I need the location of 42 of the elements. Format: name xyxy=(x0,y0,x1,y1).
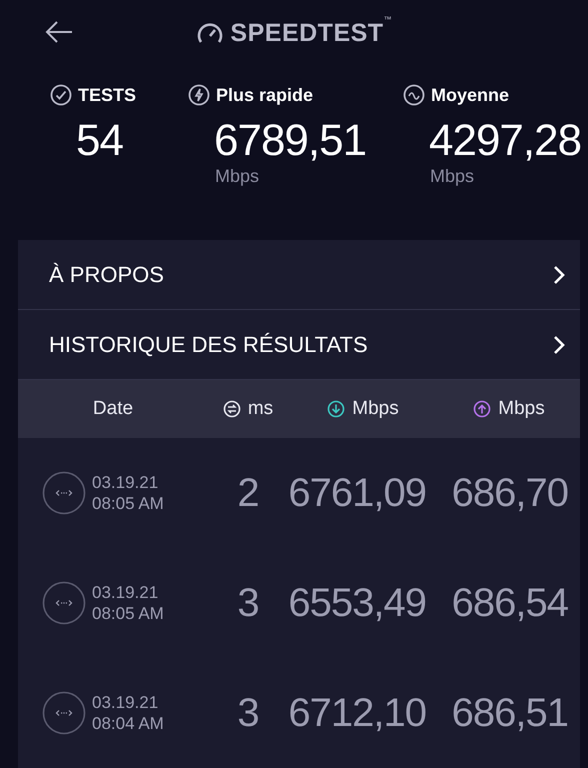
upload-value: 686,51 xyxy=(450,690,569,736)
upload-icon xyxy=(473,400,492,418)
download-icon xyxy=(327,400,346,418)
column-header: ms xyxy=(248,398,274,420)
ping-value: 3 xyxy=(236,690,260,736)
column-header: Date xyxy=(92,398,134,420)
stat-label: Plus rapide xyxy=(216,84,314,106)
back-icon[interactable] xyxy=(44,20,74,44)
ping-icon xyxy=(222,400,241,418)
time-text: 08:04 AM xyxy=(92,713,164,734)
time-text: 08:05 AM xyxy=(92,603,164,624)
ping-value: 3 xyxy=(236,580,260,626)
date-text: 03.19.21 xyxy=(92,692,160,713)
date-text: 03.19.21 xyxy=(92,472,160,493)
connection-icon[interactable] xyxy=(42,581,86,625)
time-text: 08:05 AM xyxy=(92,493,164,514)
download-value: 6712,10 xyxy=(288,690,427,736)
upload-value: 686,54 xyxy=(450,580,569,626)
connection-icon[interactable] xyxy=(42,471,86,515)
lightning-icon xyxy=(188,84,210,106)
column-header: Mbps xyxy=(352,398,399,420)
column-header: Mbps xyxy=(498,398,545,420)
stat-label: Moyenne xyxy=(431,84,510,106)
stat-value: 54 xyxy=(75,116,124,166)
logo-text: SPEEDTEST xyxy=(230,18,384,48)
download-value: 6761,09 xyxy=(288,470,427,516)
connection-icon[interactable] xyxy=(42,691,86,735)
trademark-sign: ™ xyxy=(384,14,392,24)
upload-value: 686,70 xyxy=(450,470,569,516)
speedometer-icon xyxy=(196,21,224,45)
wave-icon xyxy=(403,84,425,106)
stat-value: 4297,28 xyxy=(428,116,582,166)
stat-unit: Mbps xyxy=(214,166,260,187)
stat-label: TESTS xyxy=(78,84,136,106)
stat-unit: Mbps xyxy=(429,166,476,187)
chevron-icon xyxy=(552,334,566,356)
stat-value: 6789,51 xyxy=(213,116,368,166)
download-value: 6553,49 xyxy=(288,580,427,626)
chevron-icon xyxy=(552,264,566,286)
date-text: 03.19.21 xyxy=(92,582,160,603)
checkmark-icon xyxy=(50,84,72,106)
ping-value: 2 xyxy=(236,470,260,516)
